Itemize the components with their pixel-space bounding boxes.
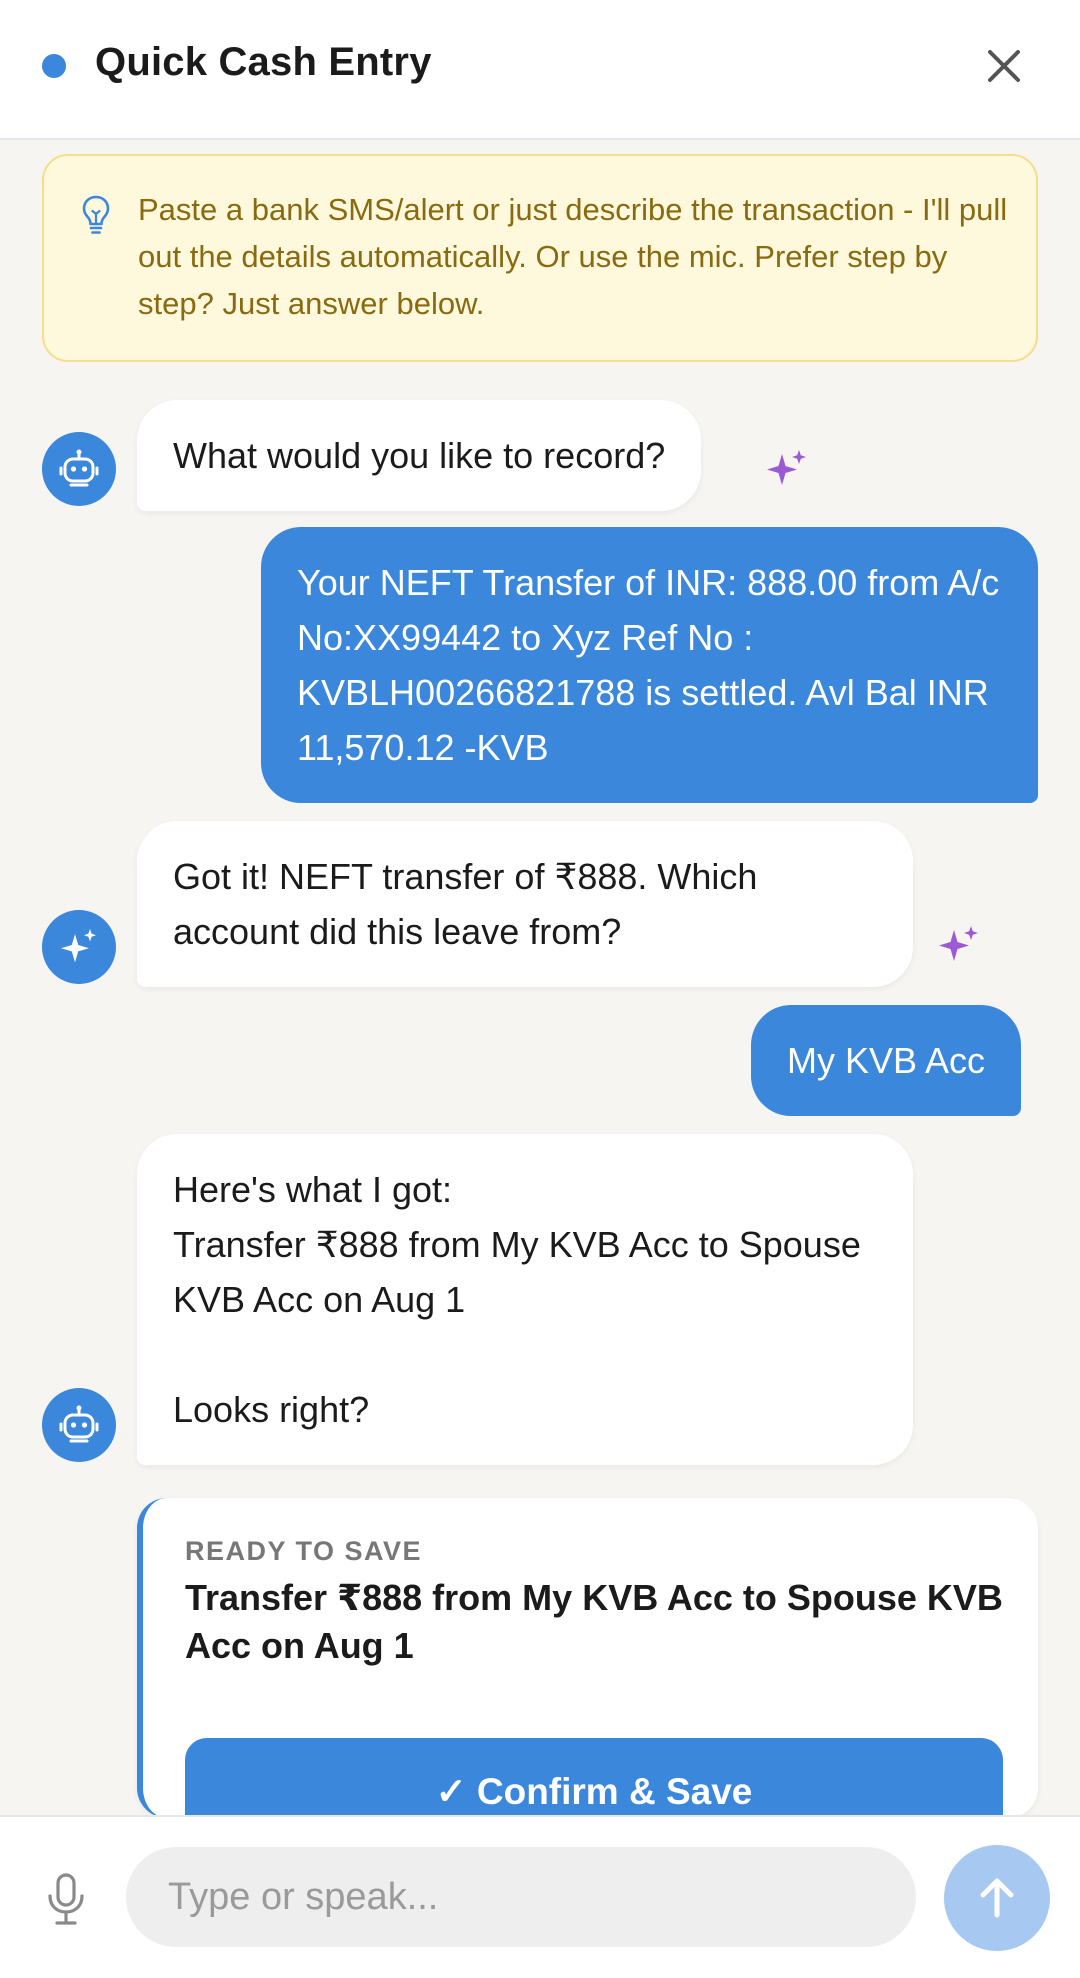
bot-avatar (42, 432, 116, 506)
status-dot (42, 54, 66, 78)
robot-icon (59, 1405, 99, 1443)
card-summary: Transfer ₹888 from My KVB Acc to Spouse … (185, 1577, 1003, 1666)
hint-banner: Paste a bank SMS/alert or just describe … (42, 154, 1038, 362)
page-title: Quick Cash Entry (95, 40, 432, 84)
bot-avatar (42, 1388, 116, 1462)
bot-message: Got it! NEFT transfer of ₹888. Which acc… (137, 821, 913, 987)
user-message: Your NEFT Transfer of INR: 888.00 from A… (261, 527, 1038, 803)
mic-icon (48, 1873, 84, 1925)
sparkles-icon (61, 929, 96, 963)
hint-text: Paste a bank SMS/alert or just describe … (138, 192, 1008, 321)
message-input[interactable] (126, 1847, 916, 1947)
sparkles-icon (939, 926, 978, 961)
ready-to-save-card: READY TO SAVE Transfer ₹888 from My KVB … (137, 1498, 1038, 1818)
user-message: My KVB Acc (751, 1005, 1022, 1116)
lightbulb-icon (82, 195, 110, 234)
sparkles-icon (767, 450, 806, 485)
send-button[interactable] (944, 1845, 1050, 1951)
composer-bar (0, 1815, 1080, 1978)
close-button[interactable] (976, 38, 1032, 94)
bot-avatar (42, 910, 116, 984)
bot-message: Here's what I got: Transfer ₹888 from My… (137, 1134, 913, 1465)
arrow-up-icon (980, 1878, 1014, 1918)
bot-message: What would you like to record? (137, 400, 702, 511)
header: Quick Cash Entry (0, 0, 1080, 140)
card-kicker: READY TO SAVE (185, 1536, 423, 1566)
robot-icon (59, 449, 99, 487)
confirm-save-button[interactable]: ✓ Confirm & Save (185, 1738, 1003, 1818)
mic-button[interactable] (40, 1867, 92, 1933)
close-icon (988, 50, 1020, 82)
